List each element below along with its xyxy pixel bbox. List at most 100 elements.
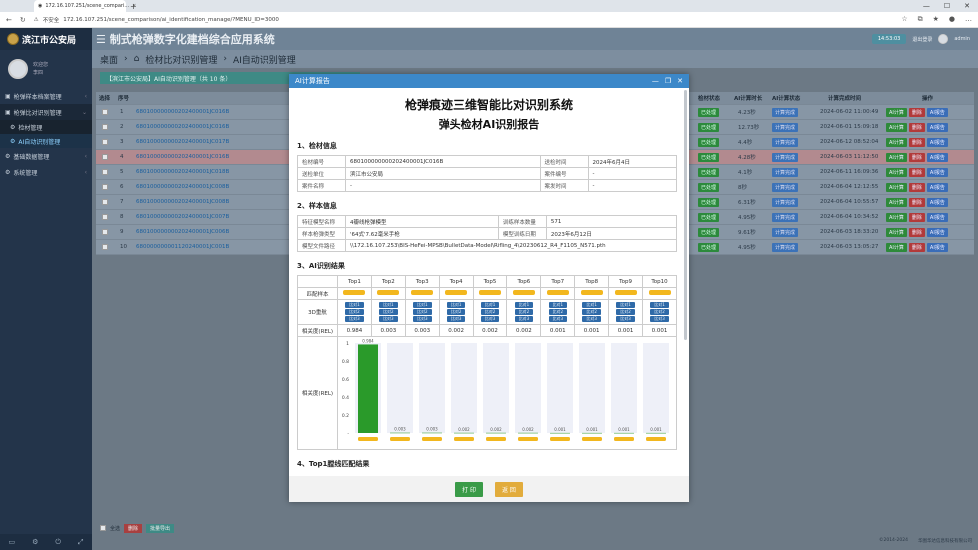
- fullscreen-icon[interactable]: ⤢: [78, 538, 84, 547]
- delete-button[interactable]: 删除: [908, 152, 925, 162]
- compare-button[interactable]: 比对1: [412, 302, 432, 308]
- address-bar[interactable]: ⚠ 不安全 172.16.107.251/scene_comparison/ai…: [34, 16, 279, 24]
- delete-button[interactable]: 删除: [908, 122, 925, 132]
- row-checkbox[interactable]: [102, 154, 108, 160]
- compare-button[interactable]: 比对1: [379, 302, 398, 308]
- ai-compute-button[interactable]: AI计算: [886, 227, 907, 237]
- ai-compute-button[interactable]: AI计算: [886, 242, 907, 252]
- compare-button[interactable]: 比对2: [514, 309, 534, 315]
- ai-report-button[interactable]: AI报告: [926, 152, 948, 162]
- compare-button[interactable]: 比对3: [616, 316, 635, 322]
- dialog-scrollbar[interactable]: [684, 90, 687, 340]
- bulk-export-button[interactable]: 批量导出: [146, 523, 175, 533]
- minimize-icon[interactable]: —: [652, 77, 659, 85]
- redacted-sample[interactable]: [445, 290, 468, 295]
- redacted-sample[interactable]: [479, 290, 501, 295]
- ai-report-button[interactable]: AI报告: [926, 122, 948, 132]
- row-checkbox[interactable]: [102, 139, 108, 145]
- compare-button[interactable]: 比对1: [616, 302, 635, 308]
- compare-button[interactable]: 比对3: [446, 316, 466, 322]
- compare-button[interactable]: 比对2: [412, 309, 432, 315]
- material-code-link[interactable]: 680100000000202400001JC018B: [136, 165, 229, 179]
- row-checkbox[interactable]: [102, 214, 108, 220]
- redacted-sample[interactable]: [648, 290, 671, 295]
- sidebar-item-samples[interactable]: ▣ 枪弹样本档案管理 ‹: [0, 88, 92, 104]
- ai-report-button[interactable]: AI报告: [926, 167, 948, 177]
- delete-button[interactable]: 删除: [908, 242, 925, 252]
- row-checkbox[interactable]: [102, 229, 108, 235]
- row-checkbox[interactable]: [102, 124, 108, 130]
- delete-button[interactable]: 删除: [908, 212, 925, 222]
- ai-compute-button[interactable]: AI计算: [886, 167, 907, 177]
- row-checkbox[interactable]: [102, 109, 108, 115]
- redacted-sample[interactable]: [614, 290, 637, 295]
- compare-button[interactable]: 比对3: [480, 316, 500, 322]
- compare-button[interactable]: 比对3: [548, 316, 568, 322]
- select-all-checkbox[interactable]: [100, 525, 106, 531]
- close-icon[interactable]: ✕: [677, 77, 683, 85]
- bulk-delete-button[interactable]: 删除: [124, 523, 143, 533]
- ai-compute-button[interactable]: AI计算: [886, 182, 907, 192]
- row-checkbox[interactable]: [102, 199, 108, 205]
- delete-button[interactable]: 删除: [908, 197, 925, 207]
- ai-compute-button[interactable]: AI计算: [886, 212, 907, 222]
- compare-button[interactable]: 比对2: [548, 309, 568, 315]
- redacted-sample[interactable]: [343, 290, 366, 295]
- compare-button[interactable]: 比对2: [582, 309, 601, 315]
- ai-report-button[interactable]: AI报告: [926, 242, 948, 252]
- compare-button[interactable]: 比对2: [480, 309, 500, 315]
- extensions-icon[interactable]: ⧉: [918, 15, 923, 24]
- browser-tab[interactable]: ◉ 172.16.107.251/scene_compari... ✕: [34, 0, 136, 12]
- material-code-link[interactable]: 680100000000202400001JC016B: [136, 120, 229, 134]
- sidebar-item-basedata[interactable]: ⚙ 基础数据管理 ‹: [0, 148, 92, 164]
- header-avatar[interactable]: [938, 34, 949, 44]
- ai-compute-button[interactable]: AI计算: [886, 107, 907, 117]
- power-icon[interactable]: ⏻: [55, 538, 61, 547]
- logout-button[interactable]: 退出登录: [912, 36, 932, 43]
- compare-button[interactable]: 比对1: [480, 302, 500, 308]
- delete-button[interactable]: 删除: [908, 167, 925, 177]
- redacted-sample[interactable]: [411, 290, 434, 295]
- refresh-icon[interactable]: ↻: [20, 16, 26, 24]
- breadcrumb-mid[interactable]: 检材比对识别管理: [145, 53, 217, 66]
- ai-report-button[interactable]: AI报告: [926, 227, 948, 237]
- row-checkbox[interactable]: [102, 169, 108, 175]
- material-code-link[interactable]: 680100000000202400001JC007B: [136, 210, 229, 224]
- print-button[interactable]: 打 印: [455, 481, 483, 497]
- compare-button[interactable]: 比对3: [379, 316, 398, 322]
- compare-button[interactable]: 比对1: [650, 302, 669, 308]
- maximize-icon[interactable]: ❐: [665, 77, 671, 85]
- delete-button[interactable]: 删除: [908, 182, 925, 192]
- ai-report-button[interactable]: AI报告: [926, 197, 948, 207]
- ai-compute-button[interactable]: AI计算: [886, 137, 907, 147]
- close-window-icon[interactable]: ✕: [964, 2, 970, 10]
- ai-report-button[interactable]: AI报告: [926, 182, 948, 192]
- compare-button[interactable]: 比对3: [412, 316, 432, 322]
- header-user[interactable]: admin: [954, 36, 970, 42]
- compare-button[interactable]: 比对2: [379, 309, 398, 315]
- ai-report-button[interactable]: AI报告: [926, 212, 948, 222]
- back-icon[interactable]: ←: [6, 16, 12, 24]
- material-code-link[interactable]: 680100000000202400001JC006B: [136, 225, 229, 239]
- new-tab-icon[interactable]: +: [130, 2, 137, 11]
- compare-button[interactable]: 比对2: [345, 309, 364, 315]
- compare-button[interactable]: 比对3: [582, 316, 601, 322]
- sidebar-item-ai[interactable]: ⚙ AI自动识别管理: [0, 134, 92, 148]
- ai-compute-button[interactable]: AI计算: [886, 197, 907, 207]
- material-code-link[interactable]: 680100000000202400001JC016B: [136, 150, 229, 164]
- compare-button[interactable]: 比对1: [548, 302, 568, 308]
- compare-button[interactable]: 比对1: [582, 302, 601, 308]
- compare-button[interactable]: 比对2: [446, 309, 466, 315]
- material-code-link[interactable]: 680100000000202400001JC016B: [136, 105, 229, 119]
- redacted-sample[interactable]: [377, 290, 400, 295]
- ai-compute-button[interactable]: AI计算: [886, 122, 907, 132]
- compare-button[interactable]: 比对3: [514, 316, 534, 322]
- material-code-link[interactable]: 680000000001120240001JC001B: [136, 240, 229, 254]
- profile-icon[interactable]: ●: [949, 15, 955, 24]
- dialog-body[interactable]: 枪弹痕迹三维智能比对识别系统 弹头检材AI识别报告 1、检材信息 检材编号 680…: [289, 88, 689, 476]
- redacted-sample[interactable]: [580, 290, 603, 295]
- sidebar-item-system[interactable]: ⚙ 系统管理 ‹: [0, 164, 92, 180]
- material-code-link[interactable]: 680100000000202400001JC008B: [136, 195, 229, 209]
- row-checkbox[interactable]: [102, 244, 108, 250]
- maximize-icon[interactable]: ☐: [944, 2, 950, 10]
